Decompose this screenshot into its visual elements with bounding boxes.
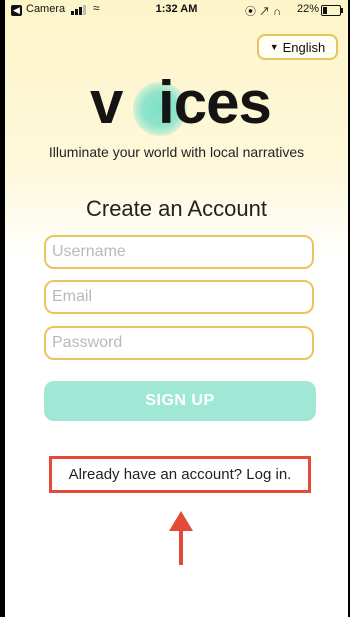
- email-input[interactable]: [44, 280, 314, 314]
- battery-percent: 22%: [297, 3, 320, 15]
- language-selector[interactable]: ▼ English: [257, 34, 338, 60]
- login-link[interactable]: Already have an account? Log in.: [49, 456, 311, 493]
- form-title: Create an Account: [85, 196, 267, 221]
- language-label: English: [282, 39, 326, 55]
- arrow-up-icon: [169, 511, 193, 565]
- signup-button[interactable]: SIGN UP: [44, 381, 316, 421]
- logo-text: voices: [90, 69, 272, 136]
- username-input[interactable]: [44, 235, 314, 269]
- status-indicators-icon: ⦿ ↗ ∩: [245, 6, 282, 18]
- caret-down-icon: ▼: [269, 42, 279, 52]
- app-screen: ◀ Camera ≈ 1:32 AM ⦿ ↗ ∩ 22% ▼ English v…: [5, 0, 348, 617]
- password-input[interactable]: [44, 326, 314, 360]
- status-bar: ◀ Camera ≈ 1:32 AM ⦿ ↗ ∩ 22%: [5, 0, 348, 20]
- tagline: Illuminate your world with local narrati…: [48, 144, 305, 160]
- battery-icon: [321, 5, 343, 16]
- app-logo: voices: [90, 70, 290, 136]
